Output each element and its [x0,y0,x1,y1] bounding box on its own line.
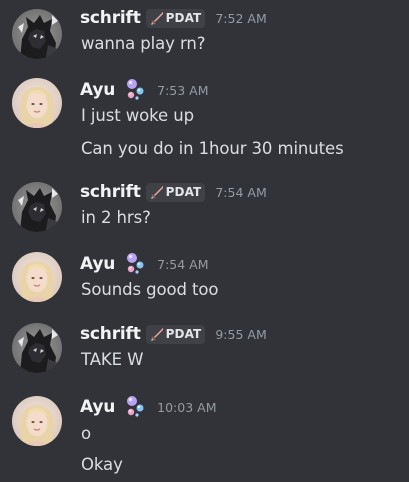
avatar[interactable] [12,323,62,373]
server-tag[interactable]: PDAT [145,324,206,344]
avatar[interactable] [12,9,62,59]
message-header: Ayu 10:03 AM [80,395,216,419]
message-header: Ayu 7:53 AM [80,78,209,102]
server-tag-label: PDAT [165,327,202,341]
avatar[interactable] [12,396,62,446]
server-tag-label: PDAT [165,185,202,199]
username[interactable]: schrift [80,182,141,202]
message-header: Ayu 7:54 AM [80,252,209,276]
message-text: Okay [81,455,123,474]
sword-icon [149,10,164,26]
username[interactable]: Ayu [80,80,115,100]
message-text: wanna play rn? [81,34,206,53]
username[interactable]: schrift [80,8,141,28]
server-tag[interactable]: PDAT [145,182,206,202]
server-tag[interactable]: PDAT [145,8,206,28]
message-header: schrift PDAT 7:52 AM [80,6,267,30]
timestamp[interactable]: 7:53 AM [157,83,208,98]
username[interactable]: schrift [80,324,141,344]
avatar[interactable] [12,182,62,232]
username[interactable]: Ayu [80,254,115,274]
message-header: schrift PDAT 9:55 AM [80,322,267,346]
message-text: TAKE W [81,350,144,369]
message-text: I just woke up [81,106,194,125]
message-text: in 2 hrs? [81,208,151,227]
sword-icon [149,184,164,200]
timestamp[interactable]: 9:55 AM [215,327,266,342]
avatar[interactable] [12,78,62,128]
message-text: Can you do in 1hour 30 minutes [81,139,344,158]
message-text: Sounds good too [81,280,219,299]
timestamp[interactable]: 7:54 AM [215,185,266,200]
server-tag-label: PDAT [165,11,202,25]
message-header: schrift PDAT 7:54 AM [80,180,267,204]
bubbles-icon[interactable] [123,395,147,419]
username[interactable]: Ayu [80,397,115,417]
bubbles-icon[interactable] [123,252,147,276]
message-text: o [81,424,91,443]
timestamp[interactable]: 7:52 AM [215,11,266,26]
avatar[interactable] [12,252,62,302]
timestamp[interactable]: 7:54 AM [157,257,208,272]
bubbles-icon[interactable] [123,78,147,102]
timestamp[interactable]: 10:03 AM [157,400,216,415]
sword-icon [149,326,164,342]
